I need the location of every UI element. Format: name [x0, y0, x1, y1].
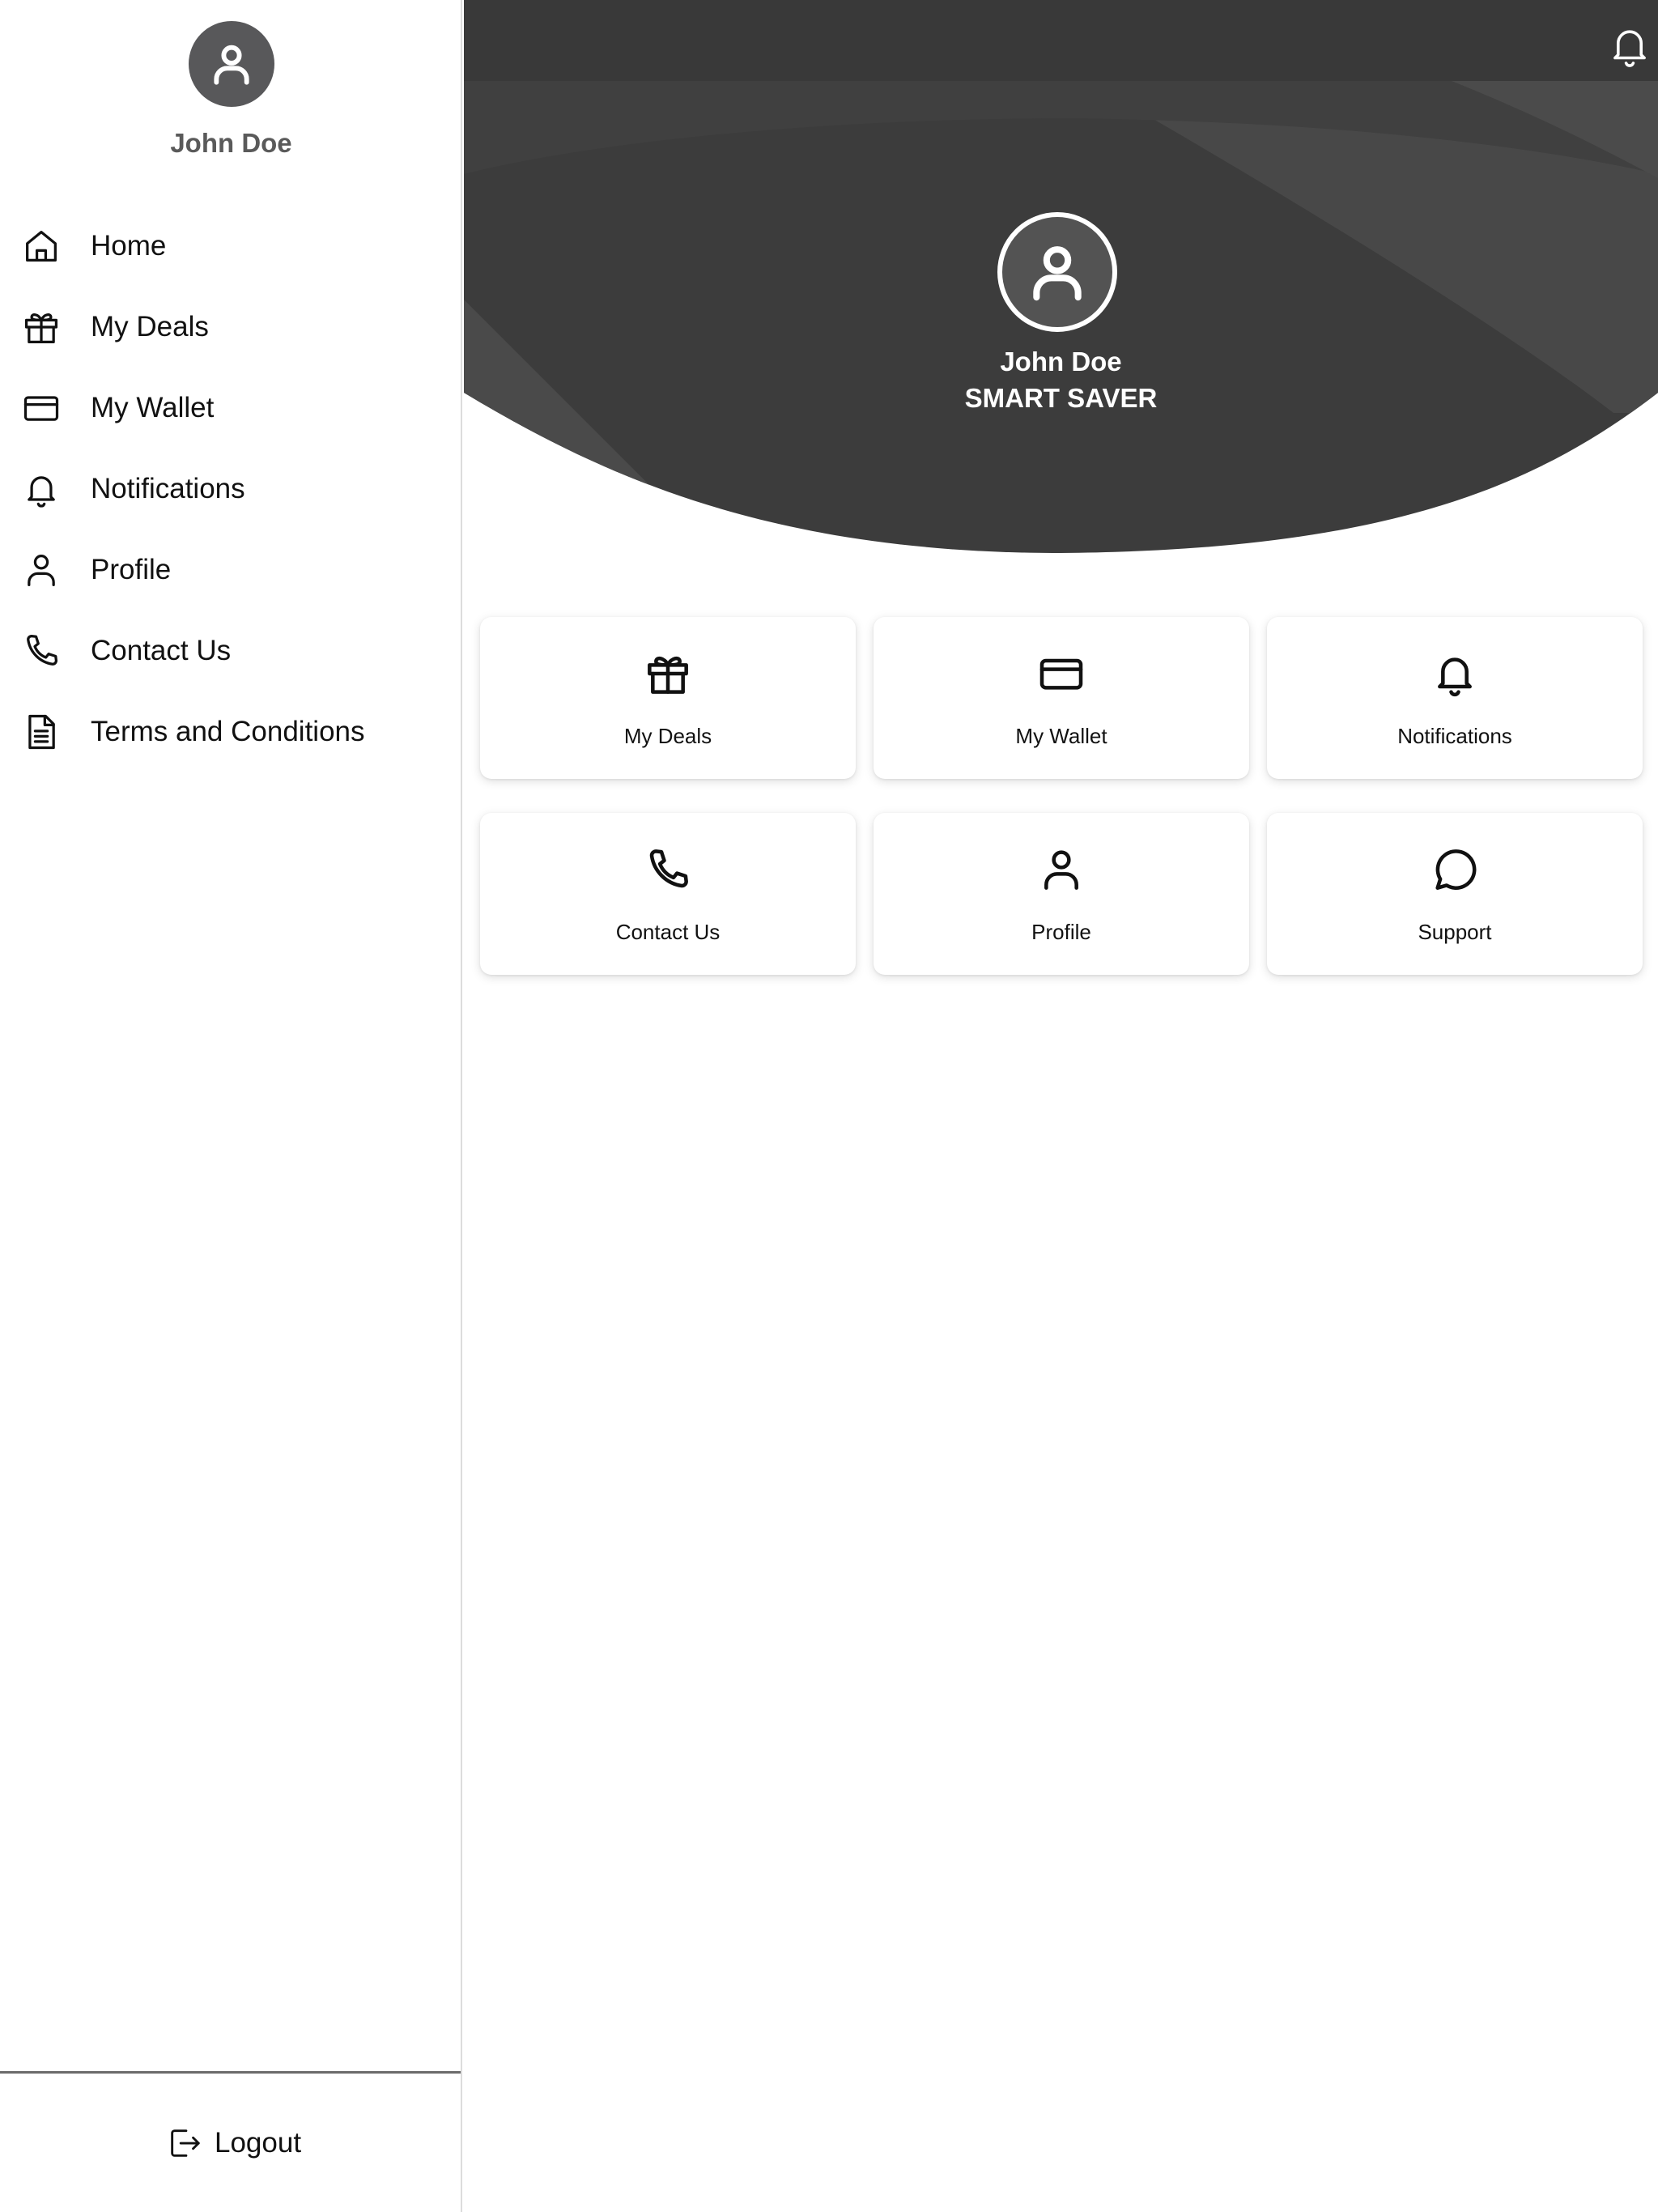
- tile-notifications[interactable]: Notifications: [1267, 617, 1643, 779]
- phone-icon: [27, 634, 58, 666]
- logout-button[interactable]: Logout: [166, 2120, 301, 2167]
- user-icon: [1044, 850, 1078, 890]
- tile-label: Contact Us: [615, 920, 721, 944]
- sidebar-item-my-deals[interactable]: My Deals: [0, 287, 461, 368]
- tile-my-deals[interactable]: My Deals: [480, 617, 856, 779]
- tile-label: My Wallet: [1015, 724, 1107, 748]
- sidebar-item-label: Terms and Conditions: [91, 716, 365, 747]
- sidebar-item-label: Home: [91, 230, 167, 262]
- gift-icon: [24, 313, 58, 344]
- sidebar-item-label: My Wallet: [91, 392, 215, 423]
- tile-label: Profile: [1031, 920, 1091, 944]
- sidebar-avatar: [189, 21, 274, 107]
- membership-tier: SMART SAVER: [964, 383, 1158, 413]
- tile-label: Support: [1418, 920, 1492, 944]
- chat-bubble-icon: [1435, 849, 1477, 890]
- sidebar-user-name: John Doe: [170, 128, 292, 158]
- top-bar: [464, 0, 1658, 81]
- user-icon: [28, 555, 55, 587]
- sidebar-item-profile[interactable]: Profile: [0, 530, 461, 610]
- document-icon: [28, 714, 55, 750]
- sidebar-item-contact-us[interactable]: Contact Us: [0, 610, 461, 691]
- profile-name: John Doe: [1000, 347, 1122, 376]
- side-drawer: John Doe Home My Deals My Wallet Notific…: [0, 0, 462, 2212]
- credit-card-icon: [23, 396, 59, 421]
- phone-icon: [649, 849, 688, 888]
- tile-my-wallet[interactable]: My Wallet: [874, 617, 1249, 779]
- logout-icon: [171, 2129, 200, 2157]
- tile-profile[interactable]: Profile: [874, 813, 1249, 975]
- bell-icon: [28, 476, 55, 508]
- tile-label: My Deals: [623, 724, 712, 748]
- user-avatar-icon: [214, 45, 249, 85]
- profile-header: John Doe SMART SAVER: [464, 0, 1658, 559]
- sidebar-item-notifications[interactable]: Notifications: [0, 449, 461, 530]
- tile-support[interactable]: Support: [1267, 813, 1643, 975]
- notifications-button[interactable]: [1605, 20, 1655, 70]
- sidebar-nav: Home My Deals My Wallet Notifications Pr…: [0, 206, 461, 772]
- sidebar-item-my-wallet[interactable]: My Wallet: [0, 368, 461, 449]
- bell-icon: [1438, 657, 1472, 697]
- gift-icon: [648, 656, 688, 694]
- home-icon: [26, 231, 57, 262]
- sidebar-item-label: Notifications: [91, 473, 245, 504]
- credit-card-icon: [1039, 658, 1083, 690]
- profile-avatar[interactable]: [997, 212, 1117, 332]
- user-avatar-icon: [1033, 246, 1082, 301]
- sidebar-item-label: Contact Us: [91, 635, 232, 666]
- sidebar-item-label: My Deals: [91, 311, 209, 342]
- main-content: John Doe SMART SAVER My Deals My Wallet: [464, 0, 1658, 2212]
- sidebar-item-label: Profile: [91, 554, 172, 585]
- quick-actions-grid: My Deals My Wallet Notifications Contact…: [480, 617, 1643, 975]
- logout-label: Logout: [215, 2127, 302, 2159]
- bell-icon: [1613, 30, 1646, 67]
- tile-contact-us[interactable]: Contact Us: [480, 813, 856, 975]
- sidebar-item-terms[interactable]: Terms and Conditions: [0, 691, 461, 772]
- sidebar-divider: [0, 2071, 461, 2074]
- sidebar-item-home[interactable]: Home: [0, 206, 461, 287]
- tile-label: Notifications: [1397, 724, 1512, 748]
